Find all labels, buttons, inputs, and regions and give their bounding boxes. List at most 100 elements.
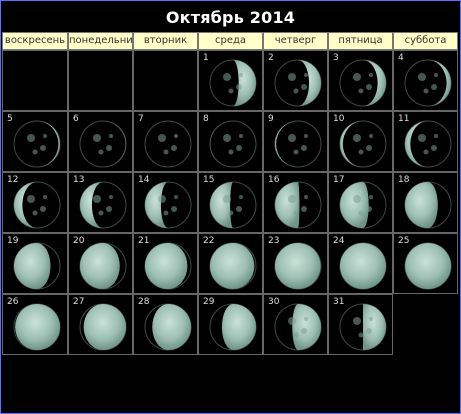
day-cell[interactable]: 4 — [393, 50, 458, 111]
moon-crater — [358, 332, 364, 338]
moon-crater — [93, 195, 101, 203]
moon-phase-icon — [144, 242, 192, 290]
day-cell[interactable]: 9 — [263, 111, 328, 172]
day-cell[interactable]: 26 — [2, 294, 68, 355]
weekday-header-tuesday: вторник — [133, 32, 198, 50]
weekday-header-monday: понедельни — [68, 32, 133, 50]
weekday-header-wednesday: среда — [198, 32, 263, 50]
moon-crater — [353, 73, 361, 81]
moon-crater — [43, 195, 47, 199]
moon-crater — [239, 195, 243, 199]
moon-outline — [144, 120, 192, 168]
moon-crater — [236, 84, 242, 90]
moon-lit-area — [405, 243, 451, 289]
moon-phase-icon — [339, 242, 387, 290]
moon-lit-area — [405, 182, 438, 228]
moon-crater — [223, 134, 231, 142]
moon-crater — [304, 134, 308, 138]
moon-phase-icon — [339, 303, 387, 351]
day-cell[interactable]: 15 — [198, 172, 263, 233]
moon-crater — [434, 73, 438, 77]
moon-crater — [366, 145, 372, 151]
moon-lit-area — [210, 243, 255, 289]
day-cell[interactable]: 11 — [393, 111, 458, 172]
day-cell[interactable]: 2 — [263, 50, 328, 111]
day-cell[interactable]: 29 — [198, 294, 263, 355]
moon-phase-icon — [79, 242, 127, 290]
moon-crater — [431, 145, 437, 151]
moon-crater — [98, 210, 104, 216]
moon-crater — [228, 88, 234, 94]
day-cell[interactable]: 24 — [328, 233, 393, 294]
moon-crater — [171, 206, 177, 212]
moon-lit-area — [275, 121, 298, 167]
day-cell[interactable]: 25 — [393, 233, 458, 294]
moon-phase-icon — [209, 120, 257, 168]
day-cell[interactable]: 7 — [133, 111, 198, 172]
moon-outline — [209, 120, 257, 168]
day-cell[interactable]: 30 — [263, 294, 328, 355]
moon-lit-area — [363, 60, 386, 106]
day-cell[interactable]: 12 — [2, 172, 68, 233]
moon-lit-area — [37, 121, 60, 167]
day-cell[interactable]: 23 — [263, 233, 328, 294]
moon-lit-area — [210, 121, 233, 167]
moon-crater — [301, 84, 307, 90]
day-cell[interactable]: 1 — [198, 50, 263, 111]
moon-phase-icon — [13, 303, 61, 351]
moon-phase-icon — [209, 59, 257, 107]
moon-crater — [40, 206, 46, 212]
day-cell[interactable]: 21 — [133, 233, 198, 294]
moon-crater — [366, 328, 372, 334]
moon-lit-area — [233, 60, 256, 106]
moon-crater — [369, 134, 373, 138]
day-cell[interactable]: 28 — [133, 294, 198, 355]
moon-crater — [288, 195, 296, 203]
moon-crater — [353, 134, 361, 142]
moon-crater — [358, 149, 364, 155]
day-cell[interactable]: 14 — [133, 172, 198, 233]
moon-lit-area — [428, 60, 451, 106]
moon-crater — [239, 73, 243, 77]
moon-crater — [423, 88, 429, 94]
moon-crater — [431, 84, 437, 90]
moon-crater — [353, 195, 361, 203]
moon-crater — [171, 145, 177, 151]
day-cell[interactable]: 13 — [68, 172, 133, 233]
moon-crater — [369, 73, 373, 77]
moon-phase-icon — [144, 120, 192, 168]
day-cell[interactable]: 22 — [198, 233, 263, 294]
moon-crater — [158, 134, 166, 142]
moon-crater — [301, 206, 307, 212]
moon-crater — [358, 210, 364, 216]
day-cell[interactable]: 5 — [2, 111, 68, 172]
day-cell[interactable]: 17 — [328, 172, 393, 233]
day-cell[interactable]: 31 — [328, 294, 393, 355]
moon-outline — [79, 120, 127, 168]
day-cell[interactable]: 10 — [328, 111, 393, 172]
moon-crater — [288, 134, 296, 142]
day-cell[interactable]: 3 — [328, 50, 393, 111]
moon-crater — [27, 134, 35, 142]
moon-crater — [293, 88, 299, 94]
moon-lit-area — [275, 182, 300, 228]
day-cell[interactable]: 18 — [393, 172, 458, 233]
day-cell[interactable]: 8 — [198, 111, 263, 172]
day-cell[interactable]: 19 — [2, 233, 68, 294]
moon-crater — [369, 195, 373, 199]
moon-crater — [163, 210, 169, 216]
moon-crater — [288, 73, 296, 81]
day-cell[interactable]: 16 — [263, 172, 328, 233]
day-cell[interactable]: 27 — [68, 294, 133, 355]
moon-lit-area — [168, 121, 191, 167]
moon-crater — [163, 149, 169, 155]
moon-crater — [434, 134, 438, 138]
day-cell[interactable]: 6 — [68, 111, 133, 172]
moon-lit-area — [275, 243, 321, 289]
moon-phase-icon — [404, 59, 452, 107]
moon-crater — [109, 134, 113, 138]
moon-crater — [304, 73, 308, 77]
day-cell[interactable]: 20 — [68, 233, 133, 294]
moon-lit-area — [405, 121, 428, 167]
moon-lit-area — [15, 304, 60, 350]
